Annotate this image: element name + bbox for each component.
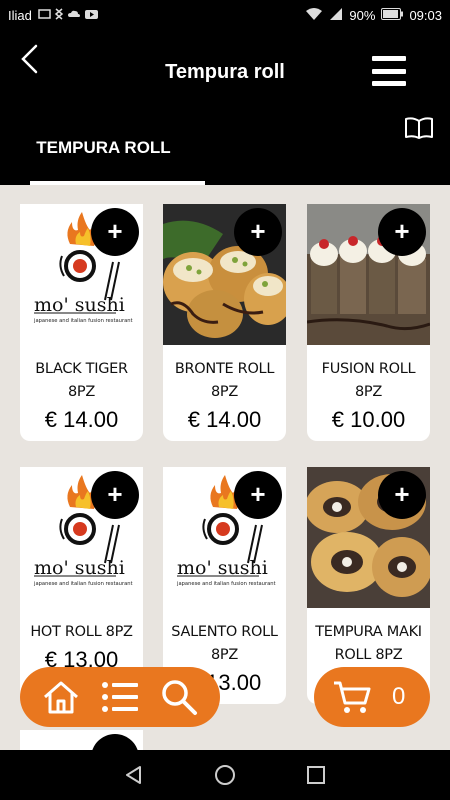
cart-button[interactable]: 0 bbox=[314, 667, 430, 727]
product-card[interactable]: mo' sushi japanese and italian fusion re… bbox=[20, 204, 143, 441]
menu-button[interactable] bbox=[372, 56, 406, 86]
add-to-cart-button[interactable]: + bbox=[234, 471, 282, 519]
product-name: HOT ROLL 8PZ bbox=[30, 624, 133, 640]
nav-home-icon[interactable] bbox=[214, 764, 236, 786]
book-icon bbox=[405, 117, 433, 139]
carrier-label: Iliad bbox=[8, 7, 32, 23]
app-header: Tempura roll TEMPURA ROLL bbox=[0, 30, 450, 185]
list-icon bbox=[101, 682, 138, 712]
product-name: SALENTO ROLL 8PZ bbox=[171, 624, 278, 663]
product-image: mo' sushi japanese and italian fusion re… bbox=[20, 204, 143, 345]
search-button[interactable] bbox=[159, 677, 199, 717]
home-icon bbox=[44, 681, 79, 714]
product-name: BRONTE ROLL 8PZ bbox=[174, 361, 275, 400]
cart-count: 0 bbox=[392, 683, 406, 710]
product-price: € 14.00 bbox=[44, 407, 119, 432]
bottom-action-bar bbox=[20, 667, 220, 727]
menu-list-button[interactable] bbox=[100, 677, 140, 717]
product-image: + bbox=[307, 467, 430, 608]
svg-text:japanese and italian fusion re: japanese and italian fusion restaurant bbox=[33, 581, 133, 587]
nav-back-icon[interactable] bbox=[124, 765, 144, 785]
add-to-cart-button[interactable]: + bbox=[378, 208, 426, 256]
search-icon bbox=[161, 680, 197, 715]
product-image: + bbox=[163, 204, 286, 345]
product-name: TEMPURA MAKI ROLL 8PZ bbox=[315, 624, 422, 663]
clock: 09:03 bbox=[409, 7, 442, 23]
product-card[interactable]: + FUSION ROLL 8PZ € 10.00 bbox=[307, 204, 430, 441]
book-button[interactable] bbox=[404, 116, 434, 140]
signal-icon bbox=[329, 7, 343, 24]
battery-level: 90% bbox=[349, 7, 376, 23]
wifi-icon bbox=[305, 7, 323, 24]
add-to-cart-button[interactable]: + bbox=[378, 471, 426, 519]
status-bar: Iliad 90% 09:03 bbox=[0, 0, 450, 30]
home-button[interactable] bbox=[41, 677, 81, 717]
product-name: FUSION ROLL 8PZ bbox=[321, 361, 416, 400]
product-image: mo' sushi japanese and italian fusion re… bbox=[20, 467, 143, 608]
add-to-cart-button[interactable] bbox=[91, 734, 139, 750]
tab-tempura-roll[interactable]: TEMPURA ROLL bbox=[30, 134, 205, 185]
svg-text:japanese and italian fusion re: japanese and italian fusion restaurant bbox=[33, 318, 133, 324]
product-name: BLACK TIGER 8PZ bbox=[35, 361, 128, 400]
add-to-cart-button[interactable]: + bbox=[234, 208, 282, 256]
nav-recents-icon[interactable] bbox=[306, 765, 326, 785]
product-image: + bbox=[307, 204, 430, 345]
add-to-cart-button[interactable]: + bbox=[91, 471, 139, 519]
battery-icon bbox=[381, 7, 404, 23]
system-nav-bar bbox=[0, 750, 450, 800]
svg-text:japanese and italian fusion re: japanese and italian fusion restaurant bbox=[176, 581, 276, 587]
hamburger-icon bbox=[372, 56, 406, 61]
product-price: € 14.00 bbox=[187, 407, 262, 432]
cart-icon bbox=[334, 681, 371, 713]
product-grid: mo' sushi japanese and italian fusion re… bbox=[0, 185, 450, 750]
product-image: mo' sushi japanese and italian fusion re… bbox=[163, 467, 286, 608]
product-card[interactable]: + BRONTE ROLL 8PZ € 14.00 bbox=[163, 204, 286, 441]
add-to-cart-button[interactable]: + bbox=[91, 208, 139, 256]
notification-icons bbox=[38, 7, 102, 23]
product-price: € 10.00 bbox=[331, 407, 406, 432]
product-card[interactable] bbox=[20, 730, 143, 750]
tab-label: TEMPURA ROLL bbox=[36, 138, 171, 157]
